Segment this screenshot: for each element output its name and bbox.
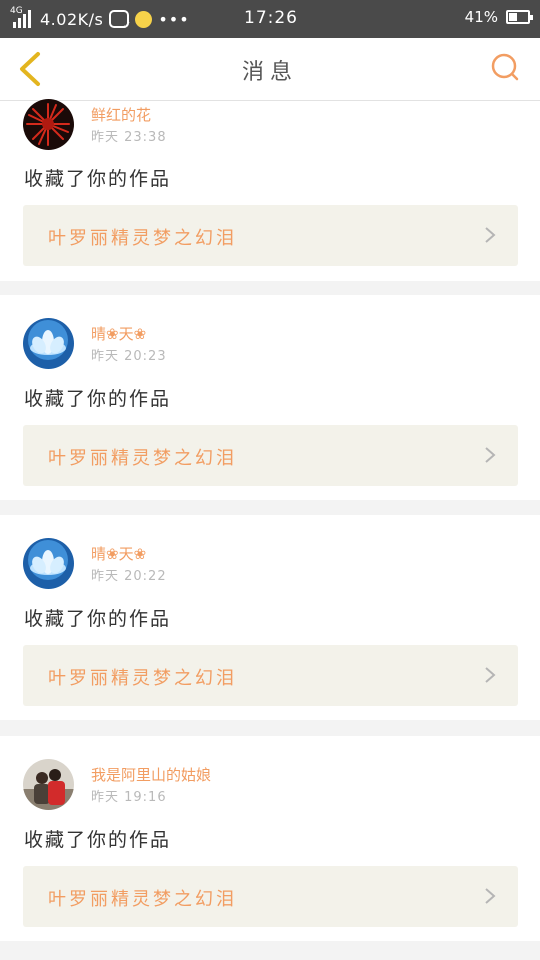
work-title: 叶罗丽精灵梦之幻泪 [48, 889, 237, 910]
work-link[interactable]: 叶罗丽精灵梦之幻泪 [23, 645, 518, 706]
red-flower-avatar[interactable] [23, 99, 74, 150]
chevron-right-icon [485, 667, 496, 683]
search-icon[interactable] [490, 52, 520, 82]
status-bar: 4G 4.02K/s ••• 17:26 41% [0, 0, 540, 38]
work-link[interactable]: 叶罗丽精灵梦之幻泪 [23, 205, 518, 266]
work-title: 叶罗丽精灵梦之幻泪 [48, 448, 237, 469]
network-speed: 4.02K/s [40, 9, 104, 29]
battery-icon [506, 10, 533, 24]
message-text: 收藏了你的作品 [24, 388, 172, 410]
message-card: 我是阿里山的姑娘 昨天 19:16 收藏了你的作品 叶罗丽精灵梦之幻泪 [0, 736, 540, 941]
page-title: 消息 [241, 60, 298, 85]
message-time: 昨天 20:23 [91, 349, 167, 364]
message-card: 鲜红的花 昨天 23:38 收藏了你的作品 叶罗丽精灵梦之幻泪 [0, 99, 540, 281]
sender-name[interactable]: 我是阿里山的姑娘 [91, 764, 211, 785]
chevron-right-icon [485, 447, 496, 463]
more-notifications: ••• [158, 9, 190, 29]
app-header: 消息 [0, 38, 540, 101]
signal-icon: 4G [10, 6, 34, 30]
work-link[interactable]: 叶罗丽精灵梦之幻泪 [23, 866, 518, 927]
people-photo-avatar[interactable] [23, 759, 74, 810]
shield-check-icon [109, 10, 131, 32]
message-time: 昨天 19:16 [91, 790, 167, 805]
message-card: 晴❀天❀ 昨天 20:22 收藏了你的作品 叶罗丽精灵梦之幻泪 [0, 515, 540, 720]
message-card: 晴❀天❀ 昨天 20:23 收藏了你的作品 叶罗丽精灵梦之幻泪 [0, 295, 540, 500]
message-text: 收藏了你的作品 [24, 168, 172, 190]
sender-name[interactable]: 鲜红的花 [91, 104, 151, 125]
battery-percent: 41% [464, 8, 498, 26]
sender-name[interactable]: 晴❀天❀ [91, 323, 146, 344]
blue-lotus-avatar[interactable] [23, 538, 74, 589]
chevron-right-icon [485, 888, 496, 904]
work-title: 叶罗丽精灵梦之幻泪 [48, 228, 237, 249]
clock: 17:26 [244, 8, 298, 28]
message-time: 昨天 20:22 [91, 569, 167, 584]
sender-name[interactable]: 晴❀天❀ [91, 543, 146, 564]
work-link[interactable]: 叶罗丽精灵梦之幻泪 [23, 425, 518, 486]
notification-dot-icon [135, 10, 153, 28]
blue-lotus-avatar[interactable] [23, 318, 74, 369]
work-title: 叶罗丽精灵梦之幻泪 [48, 668, 237, 689]
message-time: 昨天 23:38 [91, 130, 167, 145]
chevron-right-icon [485, 227, 496, 243]
message-text: 收藏了你的作品 [24, 829, 172, 851]
message-text: 收藏了你的作品 [24, 608, 172, 630]
